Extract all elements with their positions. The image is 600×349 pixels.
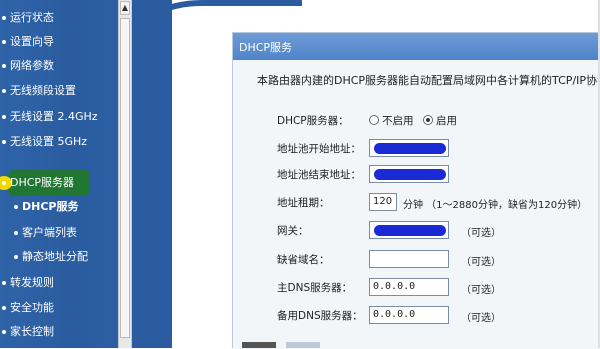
sidebar-nav: 运行状态 设置向导 网络参数 无线频段设置 无线设置 2.4GHz 无线设置 5… bbox=[0, 0, 118, 348]
nav-item-wireless-5[interactable]: 无线设置 5GHz bbox=[0, 131, 118, 153]
primary-dns-hint: （可选） bbox=[461, 285, 501, 296]
nav-item-dhcp-server[interactable]: DHCP服务器 bbox=[0, 172, 118, 194]
domain-input[interactable] bbox=[369, 250, 449, 268]
nav-subitem-client-list[interactable]: 客户端列表 bbox=[0, 222, 118, 244]
panel-title: DHCP服务 bbox=[239, 41, 293, 54]
main-content: DHCP服务 本路由器内建的DHCP服务器能自动配置局域网中各计算机的TCP/I… bbox=[132, 0, 600, 349]
nav-item-label: 无线设置 2.4GHz bbox=[10, 110, 98, 123]
nav-item-label: 运行状态 bbox=[10, 11, 54, 24]
gateway-label: 网关： bbox=[277, 225, 309, 237]
end-address-label: 地址池结束地址： bbox=[277, 169, 361, 181]
lease-input[interactable]: 120 bbox=[369, 193, 397, 211]
bullet-icon bbox=[14, 255, 18, 259]
nav-item-label: 无线频段设置 bbox=[10, 84, 76, 97]
help-button[interactable] bbox=[286, 342, 320, 348]
nav-item-label: 设置向导 bbox=[10, 35, 54, 48]
sidebar-scrollbar[interactable]: ▲ bbox=[118, 0, 132, 348]
nav-item-wireless-band[interactable]: 无线频段设置 bbox=[0, 80, 118, 102]
bullet-icon bbox=[2, 115, 6, 119]
lease-unit-text: 分钟 （1～2880分钟，缺省为120分钟） bbox=[403, 200, 588, 211]
dhcp-server-label: DHCP服务器： bbox=[277, 115, 349, 127]
nav-subitem-dhcp-service[interactable]: DHCP服务 bbox=[0, 196, 118, 218]
secondary-dns-input[interactable]: 0.0.0.0 bbox=[369, 306, 449, 324]
bullet-icon bbox=[2, 281, 6, 285]
nav-item-label: 网络参数 bbox=[10, 59, 54, 72]
redaction-mark bbox=[374, 143, 446, 154]
nav-item-wizard[interactable]: 设置向导 bbox=[0, 31, 118, 53]
bullet-icon bbox=[2, 16, 6, 20]
nav-subitem-static-address[interactable]: 静态地址分配 bbox=[0, 246, 118, 268]
scroll-thumb[interactable] bbox=[120, 18, 130, 338]
domain-label: 缺省域名： bbox=[277, 254, 330, 266]
primary-dns-label: 主DNS服务器： bbox=[277, 282, 353, 294]
redaction-mark bbox=[374, 225, 446, 236]
intro-text: 本路由器内建的DHCP服务器能自动配置局域网中各计算机的TCP/IP协议。 bbox=[257, 74, 600, 87]
nav-item-parental[interactable]: 家长控制 bbox=[0, 321, 118, 343]
nav-item-status[interactable]: 运行状态 bbox=[0, 7, 118, 29]
nav-item-label: 家长控制 bbox=[10, 325, 54, 338]
dhcp-server-radio-group: 不启用 启用 bbox=[369, 115, 469, 127]
bullet-icon bbox=[14, 231, 18, 235]
nav-item-label: 转发规则 bbox=[10, 276, 54, 289]
nav-item-network[interactable]: 网络参数 bbox=[0, 55, 118, 77]
lease-label: 地址租期： bbox=[277, 197, 330, 209]
panel-body: 本路由器内建的DHCP服务器能自动配置局域网中各计算机的TCP/IP协议。 DH… bbox=[233, 60, 600, 349]
bullet-icon bbox=[2, 306, 6, 310]
panel-title-bar: DHCP服务 bbox=[233, 33, 599, 60]
bullet-icon bbox=[2, 89, 6, 93]
radio-disable[interactable] bbox=[369, 115, 379, 125]
nav-item-label: DHCP服务器 bbox=[10, 176, 75, 189]
primary-dns-input[interactable]: 0.0.0.0 bbox=[369, 278, 449, 296]
nav-item-wireless-24[interactable]: 无线设置 2.4GHz bbox=[0, 106, 118, 128]
end-address-input[interactable] bbox=[369, 165, 449, 183]
save-button[interactable] bbox=[242, 342, 276, 348]
nav-item-label: 无线设置 5GHz bbox=[10, 135, 88, 148]
start-address-input[interactable] bbox=[369, 139, 449, 157]
domain-hint: （可选） bbox=[461, 257, 501, 268]
bullet-icon bbox=[2, 140, 6, 144]
nav-item-label: 静态地址分配 bbox=[22, 250, 88, 263]
gateway-hint: （可选） bbox=[461, 228, 501, 239]
bullet-icon bbox=[2, 64, 6, 68]
nav-item-forwarding[interactable]: 转发规则 bbox=[0, 272, 118, 294]
secondary-dns-label: 备用DNS服务器： bbox=[277, 310, 363, 322]
bottom-buttons bbox=[242, 342, 322, 348]
radio-enable[interactable] bbox=[423, 115, 433, 125]
bullet-icon bbox=[2, 330, 6, 334]
redaction-mark bbox=[374, 169, 446, 180]
bullet-icon bbox=[2, 40, 6, 44]
bullet-icon bbox=[2, 181, 6, 185]
gateway-input[interactable] bbox=[369, 221, 449, 239]
secondary-dns-hint: （可选） bbox=[461, 313, 501, 324]
start-address-label: 地址池开始地址： bbox=[277, 143, 361, 155]
nav-item-label: 客户端列表 bbox=[22, 226, 77, 239]
nav-item-label: 安全功能 bbox=[10, 301, 54, 314]
nav-item-security[interactable]: 安全功能 bbox=[0, 297, 118, 319]
scroll-up-icon[interactable]: ▲ bbox=[120, 1, 130, 15]
nav-item-label: DHCP服务 bbox=[22, 200, 79, 213]
dhcp-settings-panel: DHCP服务 本路由器内建的DHCP服务器能自动配置局域网中各计算机的TCP/I… bbox=[232, 32, 600, 349]
radio-disable-label: 不启用 bbox=[382, 115, 414, 127]
radio-enable-label: 启用 bbox=[436, 115, 457, 127]
bullet-icon bbox=[14, 205, 18, 209]
